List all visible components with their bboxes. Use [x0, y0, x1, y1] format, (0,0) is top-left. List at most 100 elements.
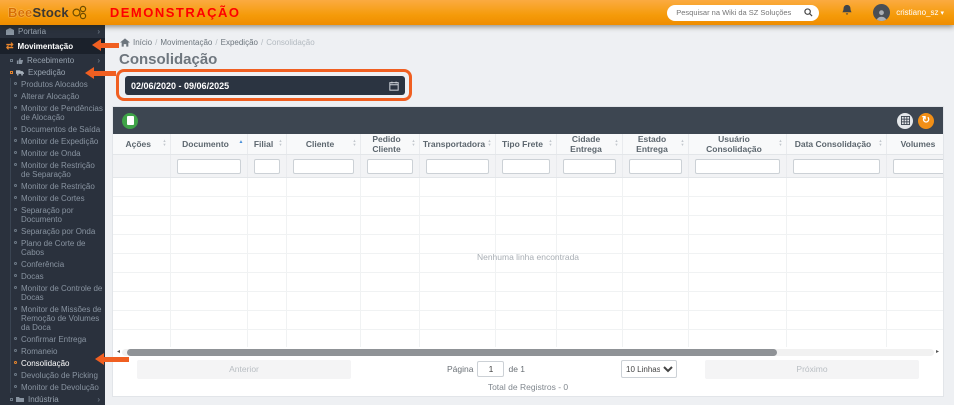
notifications-button[interactable]: [841, 4, 853, 22]
rows-per-page-select[interactable]: 10 Linhas: [621, 360, 678, 378]
sidebar-item[interactable]: Separação por Onda: [11, 225, 105, 237]
sidebar-item-portaria[interactable]: Portaria: [0, 25, 105, 38]
sidebar-item[interactable]: Confirmar Entrega: [11, 333, 105, 345]
filter-input[interactable]: [425, 158, 489, 174]
table-cell: [113, 215, 171, 235]
breadcrumb-link[interactable]: Movimentação: [160, 38, 212, 47]
breadcrumb-link[interactable]: Expedição: [221, 38, 258, 47]
filter-input[interactable]: [892, 158, 943, 174]
sidebar-item[interactable]: Monitor de Cortes: [11, 192, 105, 204]
main-content: Início / Movimentação / Expedição / Cons…: [105, 25, 954, 405]
date-range-input[interactable]: [131, 80, 389, 91]
scroll-left-icon[interactable]: [115, 347, 122, 357]
sort-icon[interactable]: [779, 139, 783, 147]
sort-icon[interactable]: [163, 139, 167, 147]
sidebar-item-expedicao[interactable]: Expedição: [0, 66, 105, 78]
filter-input[interactable]: [501, 158, 550, 174]
page-group: Página de 1: [447, 361, 525, 377]
sidebar-item[interactable]: Docas: [11, 270, 105, 282]
page-of-label: de 1: [508, 364, 526, 374]
scrollbar-thumb[interactable]: [127, 348, 777, 356]
calendar-icon[interactable]: [389, 81, 399, 91]
filter-input[interactable]: [628, 158, 682, 174]
bullet-icon: [14, 361, 17, 364]
sidebar-item[interactable]: Monitor de Missões de Remoção de Volumes…: [11, 303, 105, 333]
breadcrumb-link[interactable]: Início: [133, 38, 152, 47]
sort-icon[interactable]: [615, 139, 619, 147]
table-cell: [170, 329, 248, 347]
sidebar-item[interactable]: Alterar Alocação: [11, 90, 105, 102]
avatar[interactable]: [873, 4, 891, 21]
sort-asc-icon[interactable]: [239, 140, 244, 144]
filter-input[interactable]: [792, 158, 880, 174]
filter-input[interactable]: [253, 158, 280, 174]
sidebar-item[interactable]: Separação por Documento: [11, 204, 105, 225]
refresh-button[interactable]: [918, 112, 934, 129]
sidebar-item-industria[interactable]: Indústria: [0, 393, 105, 405]
sidebar-item[interactable]: Monitor de Restrição de Separação: [11, 159, 105, 180]
date-range-field[interactable]: [125, 76, 405, 95]
sidebar-item[interactable]: Conferência: [11, 258, 105, 270]
table-cell: [419, 310, 496, 330]
column-header[interactable]: Usuário Consolidação: [688, 134, 787, 155]
page-title: Consolidação: [119, 51, 218, 68]
sidebar-item[interactable]: Monitor de Controle de Docas: [11, 282, 105, 303]
sort-icon[interactable]: [353, 139, 357, 147]
sidebar-item[interactable]: Monitor de Expedição: [11, 135, 105, 147]
column-chooser-button[interactable]: [897, 112, 913, 129]
sidebar-item[interactable]: Plano de Corte de Cabos: [11, 237, 105, 258]
column-header[interactable]: Cidade Entrega: [556, 134, 623, 155]
sidebar-item[interactable]: Documentos de Saída: [11, 123, 105, 135]
filter-input[interactable]: [694, 158, 780, 174]
column-header[interactable]: Data Consolidação: [786, 134, 887, 155]
bullet-icon: [14, 196, 17, 199]
sidebar-item[interactable]: Monitor de Devolução: [11, 381, 105, 393]
next-button[interactable]: Próximo: [705, 359, 919, 379]
sort-icon[interactable]: [879, 139, 883, 147]
table-cell: [786, 196, 887, 216]
table-cell: [688, 272, 787, 292]
sidebar-item-movimentacao[interactable]: Movimentação: [0, 38, 105, 54]
column-header[interactable]: Estado Entrega: [622, 134, 689, 155]
column-header[interactable]: Ações: [113, 134, 171, 155]
sidebar-item[interactable]: Devolução de Picking: [11, 369, 105, 381]
column-header[interactable]: Volumes: [886, 134, 943, 155]
filter-input[interactable]: [366, 158, 413, 174]
chevron-right-icon: [97, 395, 100, 404]
previous-button[interactable]: Anterior: [137, 359, 351, 379]
sidebar-item[interactable]: Produtos Alocados: [11, 78, 105, 90]
filter-cell: [688, 154, 787, 178]
sidebar-item-consolidacao[interactable]: Consolidação: [11, 357, 105, 369]
username[interactable]: cristiano_sz: [896, 8, 938, 17]
sort-icon[interactable]: [681, 139, 685, 147]
sidebar-item[interactable]: Romaneio: [11, 345, 105, 357]
column-header[interactable]: Documento: [170, 134, 248, 155]
bullet-icon: [14, 184, 17, 187]
horizontal-scrollbar[interactable]: [113, 347, 943, 357]
sidebar-item[interactable]: Monitor de Onda: [11, 147, 105, 159]
column-header[interactable]: Filial: [247, 134, 287, 155]
sort-icon[interactable]: [412, 139, 416, 147]
wiki-search[interactable]: [667, 4, 820, 21]
sidebar-item[interactable]: Monitor de Pendências de Alocação: [11, 102, 105, 123]
column-header[interactable]: Tipo Frete: [495, 134, 557, 155]
search-input[interactable]: [676, 8, 805, 17]
filter-input[interactable]: [562, 158, 616, 174]
scrollbar-track[interactable]: [122, 348, 934, 356]
sort-icon[interactable]: [488, 139, 492, 147]
filter-input[interactable]: [176, 158, 241, 174]
sort-icon[interactable]: [549, 139, 553, 147]
excel-export-button[interactable]: [122, 112, 138, 129]
sidebar-item[interactable]: Monitor de Restrição: [11, 180, 105, 192]
folder-icon: [16, 396, 24, 402]
scroll-right-icon[interactable]: [934, 347, 941, 357]
sidebar-item-recebimento[interactable]: Recebimento: [0, 54, 105, 66]
filter-input[interactable]: [292, 158, 354, 174]
table-cell: [622, 310, 689, 330]
page-input[interactable]: [477, 361, 505, 377]
column-header[interactable]: Transportadora: [419, 134, 496, 155]
sort-icon[interactable]: [279, 139, 283, 147]
column-header[interactable]: Cliente: [286, 134, 361, 155]
column-header[interactable]: Pedido Cliente: [360, 134, 420, 155]
filter-row: [113, 154, 943, 178]
